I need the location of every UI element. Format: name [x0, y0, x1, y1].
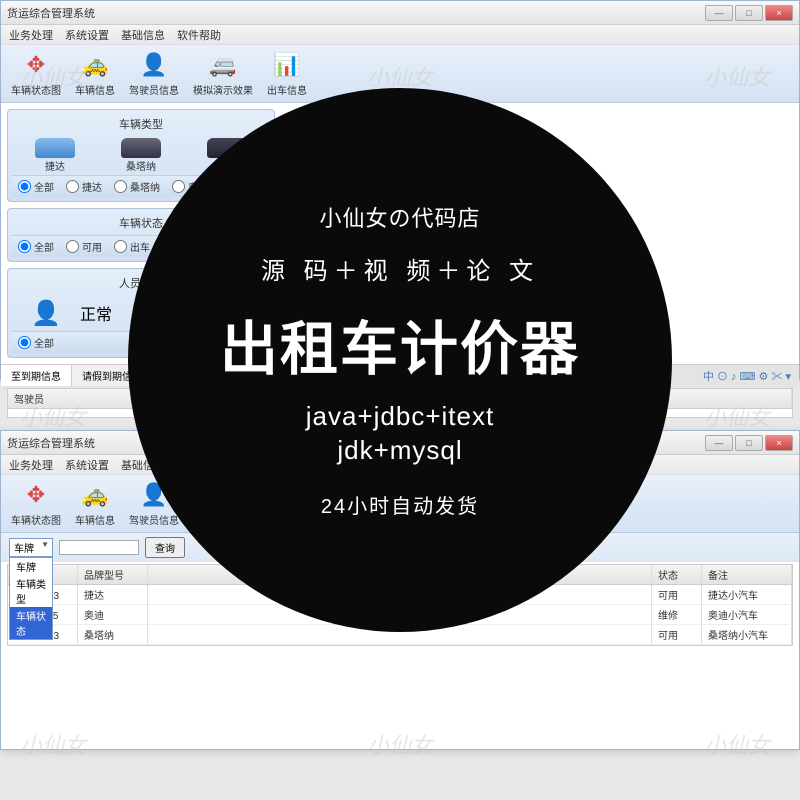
ime-status-icons[interactable]: 中 ⊙ ♪ ⌨ ⚙ ✂ ▾ — [703, 368, 791, 384]
dropdown-option[interactable]: 车辆状态 — [10, 607, 52, 639]
window-title: 货运综合管理系统 — [7, 435, 95, 451]
overlay-shipping: 24小时自动发货 — [321, 490, 479, 519]
overlay-shop-name: 小仙女の代码店 — [319, 201, 480, 233]
person-icon: 👤 — [32, 299, 60, 327]
tool-driver-info[interactable]: 👤驾驶员信息 — [129, 50, 179, 97]
radio-available[interactable]: 可用 — [66, 239, 102, 254]
dropdown-selected[interactable]: 车牌 — [9, 538, 53, 557]
tool-vehicle-info[interactable]: 🚕车辆信息 — [75, 50, 115, 97]
dropdown-options: 车牌 车辆类型 车辆状态 — [9, 557, 53, 640]
menu-item[interactable]: 业务处理 — [9, 27, 53, 43]
search-input[interactable] — [59, 540, 139, 555]
menu-item[interactable]: 基础信息 — [121, 27, 165, 43]
maximize-button[interactable]: □ — [735, 5, 763, 21]
tab-expiry[interactable]: 至到期信息 — [1, 365, 72, 386]
window-title: 货运综合管理系统 — [7, 5, 95, 21]
col-note[interactable]: 备注 — [702, 565, 792, 584]
search-field-dropdown[interactable]: 车牌 车牌 车辆类型 车辆状态 — [9, 538, 53, 557]
maximize-button[interactable]: □ — [735, 435, 763, 451]
dropdown-option[interactable]: 车牌 — [10, 558, 52, 575]
panel-title: 车辆类型 — [12, 114, 270, 136]
tool-simulate[interactable]: 🚐模拟演示效果 — [193, 50, 253, 97]
car-jetta[interactable]: 捷达 — [35, 138, 75, 173]
titlebar[interactable]: 货运综合管理系统 — □ × — [1, 1, 799, 25]
radio-all[interactable]: 全部 — [18, 335, 54, 350]
close-button[interactable]: × — [765, 435, 793, 451]
staff-normal-label: 正常 — [80, 301, 112, 325]
radio-all[interactable]: 全部 — [18, 179, 54, 194]
tool-vehicle-info[interactable]: 🚕车辆信息 — [75, 480, 115, 527]
radio-santana[interactable]: 桑塔纳 — [114, 179, 160, 194]
menu-item[interactable]: 系统设置 — [65, 457, 109, 473]
tool-dispatch[interactable]: 📊出车信息 — [267, 50, 307, 97]
minimize-button[interactable]: — — [705, 435, 733, 451]
close-button[interactable]: × — [765, 5, 793, 21]
dropdown-option[interactable]: 车辆类型 — [10, 575, 52, 607]
col-model[interactable]: 品牌型号 — [78, 565, 148, 584]
car-santana[interactable]: 桑塔纳 — [121, 138, 161, 173]
minimize-button[interactable]: — — [705, 5, 733, 21]
tool-status-map[interactable]: ✥车辆状态图 — [11, 50, 61, 97]
overlay-tech-stack: java+jdbc+itext jdk+mysql — [306, 400, 494, 468]
menu-item[interactable]: 软件帮助 — [177, 27, 221, 43]
tool-status-map[interactable]: ✥车辆状态图 — [11, 480, 61, 527]
search-button[interactable]: 查询 — [145, 537, 185, 558]
menubar: 业务处理 系统设置 基础信息 软件帮助 — [1, 25, 799, 45]
overlay-subtitle: 源 码＋视 频＋论 文 — [261, 251, 539, 286]
radio-all[interactable]: 全部 — [18, 239, 54, 254]
promo-overlay: 小仙女の代码店 源 码＋视 频＋论 文 出租车计价器 java+jdbc+ite… — [128, 88, 672, 632]
overlay-main-title: 出租车计价器 — [220, 302, 580, 386]
menu-item[interactable]: 业务处理 — [9, 457, 53, 473]
col-status[interactable]: 状态 — [652, 565, 702, 584]
radio-jetta[interactable]: 捷达 — [66, 179, 102, 194]
menu-item[interactable]: 系统设置 — [65, 27, 109, 43]
radio-out[interactable]: 出车 — [114, 239, 150, 254]
